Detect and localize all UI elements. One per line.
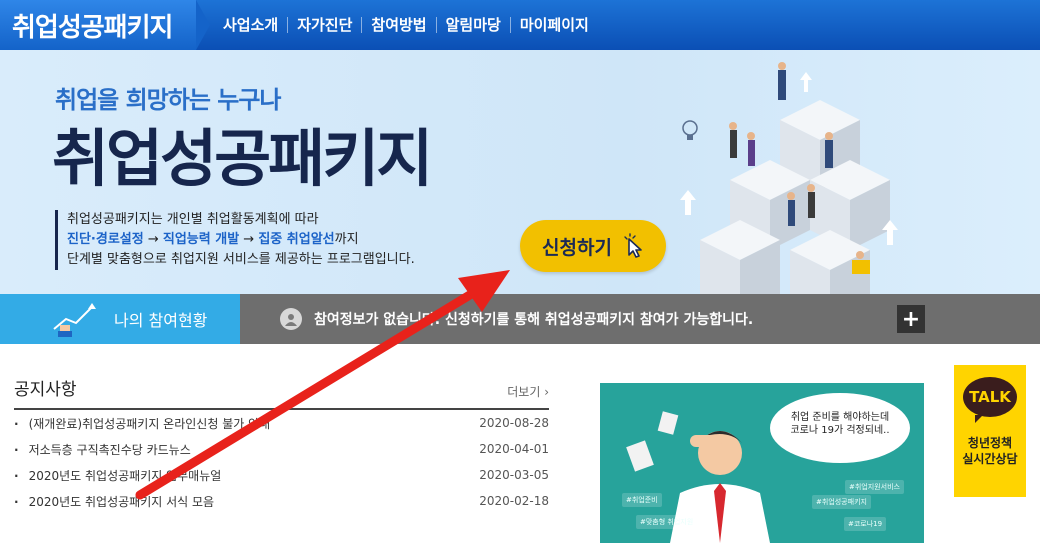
speech-bubble-line1: 취업 준비를 해야하는데 xyxy=(790,412,890,423)
notice-item-title[interactable]: 2020년도 취업성공패키지 업무매뉴얼 xyxy=(14,467,222,484)
kakao-talk-consult-button[interactable]: TALK 청년정책 실시간상담 xyxy=(954,365,1026,497)
notice-item-title[interactable]: (재개완료)취업성공패키지 온라인신청 불가 안내 xyxy=(14,415,271,432)
notice-more-link[interactable]: 더보기 › xyxy=(507,383,549,400)
notice-item-title[interactable]: 2020년도 취업성공패키지 서식 모음 xyxy=(14,493,215,510)
speech-bubble-line2: 코로나 19가 걱정되네.. xyxy=(790,425,890,436)
talk-label: 청년정책 실시간상담 xyxy=(962,435,1017,467)
main-menu: 사업소개 자가진단 참여방법 알림마당 마이페이지 xyxy=(214,17,598,33)
hero-description: 취업성공패키지는 개인별 취업활동계획에 따라 진단·경로설정 → 직업능력 개… xyxy=(55,210,415,270)
notice-more-label: 더보기 xyxy=(507,385,541,399)
step-suffix: 까지 xyxy=(334,232,359,247)
talk-label-line2: 실시간상담 xyxy=(962,452,1018,466)
cursor-click-icon xyxy=(624,233,642,258)
menu-item-how-to-join[interactable]: 참여방법 xyxy=(362,17,437,33)
notice-title: 공지사항 xyxy=(14,380,77,400)
apply-button[interactable]: 신청하기 xyxy=(520,220,666,272)
menu-item-notice-board[interactable]: 알림마당 xyxy=(437,17,511,33)
menu-item-self-diagnosis[interactable]: 자가진단 xyxy=(288,17,363,33)
my-participation-label: 나의 참여현황 xyxy=(114,311,208,330)
notice-item-date: 2020-04-01 xyxy=(479,442,549,456)
top-nav: 취업성공패키지 사업소개 자가진단 참여방법 알림마당 마이페이지 xyxy=(0,0,1040,50)
notice-item-date: 2020-03-05 xyxy=(479,468,549,482)
hero-illustration xyxy=(680,62,898,294)
step-arrow-1: → xyxy=(143,232,163,247)
notice-section: 공지사항 더보기 › (재개완료)취업성공패키지 온라인신청 불가 안내 202… xyxy=(14,375,549,514)
hero-banner: 취업을 희망하는 누구나 취업성공패키지 취업성공패키지는 개인별 취업활동계획… xyxy=(0,50,1040,294)
hashtag: #맞춤형 취업지원 xyxy=(636,515,698,529)
menu-item-intro[interactable]: 사업소개 xyxy=(214,17,289,33)
notice-row[interactable]: 2020년도 취업성공패키지 업무매뉴얼 2020-03-05 xyxy=(14,462,549,488)
lightbulb-icon xyxy=(682,120,698,140)
notice-item-date: 2020-02-18 xyxy=(479,494,549,508)
hashtag: #취업준비 xyxy=(622,493,662,507)
talk-bubble-icon: TALK xyxy=(963,377,1017,423)
speech-bubble: 취업 준비를 해야하는데 코로나 19가 걱정되네.. xyxy=(770,393,910,463)
step-arrow-2: → xyxy=(239,232,259,247)
card-news-banner[interactable]: 취업 준비를 해야하는데 코로나 19가 걱정되네.. #취업준비 #취업지원서… xyxy=(600,383,924,543)
step-placement: 집중 취업알선 xyxy=(258,232,335,247)
hero-desc-line1: 취업성공패키지는 개인별 취업활동계획에 따라 xyxy=(67,212,319,227)
menu-item-my-page[interactable]: 마이페이지 xyxy=(511,17,598,33)
expand-plus-button[interactable]: + xyxy=(897,305,925,333)
hero-desc-line3: 단계별 맞춤형으로 취업지원 서비스를 제공하는 프로그램입니다. xyxy=(67,252,415,267)
participation-message-panel: 참여정보가 없습니다. 신청하기를 통해 취업성공패키지 참여가 가능합니다. … xyxy=(240,294,1040,344)
notice-item-title[interactable]: 저소득층 구직촉진수당 카드뉴스 xyxy=(14,441,191,458)
notice-row[interactable]: (재개완료)취업성공패키지 온라인신청 불가 안내 2020-08-28 xyxy=(14,410,549,436)
notice-item-date: 2020-08-28 xyxy=(479,416,549,430)
participation-message: 참여정보가 없습니다. 신청하기를 통해 취업성공패키지 참여가 가능합니다. xyxy=(314,312,754,328)
apply-button-label: 신청하기 xyxy=(542,236,612,259)
step-diagnosis: 진단·경로설정 xyxy=(67,232,144,247)
notice-header: 공지사항 더보기 › xyxy=(14,375,549,410)
my-participation-panel[interactable]: 나의 참여현황 xyxy=(0,294,240,344)
growth-chart-icon xyxy=(53,303,96,337)
hashtag: #취업지원서비스 xyxy=(845,480,904,494)
participation-status-bar: 나의 참여현황 참여정보가 없습니다. 신청하기를 통해 취업성공패키지 참여가… xyxy=(0,294,1040,344)
hashtag: #취업성공패키지 xyxy=(812,495,871,509)
hero-desc-line2: 진단·경로설정 → 직업능력 개발 → 집중 취업알선까지 xyxy=(67,230,415,250)
hero-title: 취업성공패키지 xyxy=(52,122,433,195)
notice-row[interactable]: 저소득층 구직촉진수당 카드뉴스 2020-04-01 xyxy=(14,436,549,462)
hashtag: #코로나19 xyxy=(844,517,887,531)
site-logo[interactable]: 취업성공패키지 xyxy=(0,0,210,50)
user-icon xyxy=(280,308,302,330)
step-skills: 직업능력 개발 xyxy=(162,232,240,247)
notice-row[interactable]: 2020년도 취업성공패키지 서식 모음 2020-02-18 xyxy=(14,488,549,514)
talk-label-line1: 청년정책 xyxy=(967,436,1013,450)
